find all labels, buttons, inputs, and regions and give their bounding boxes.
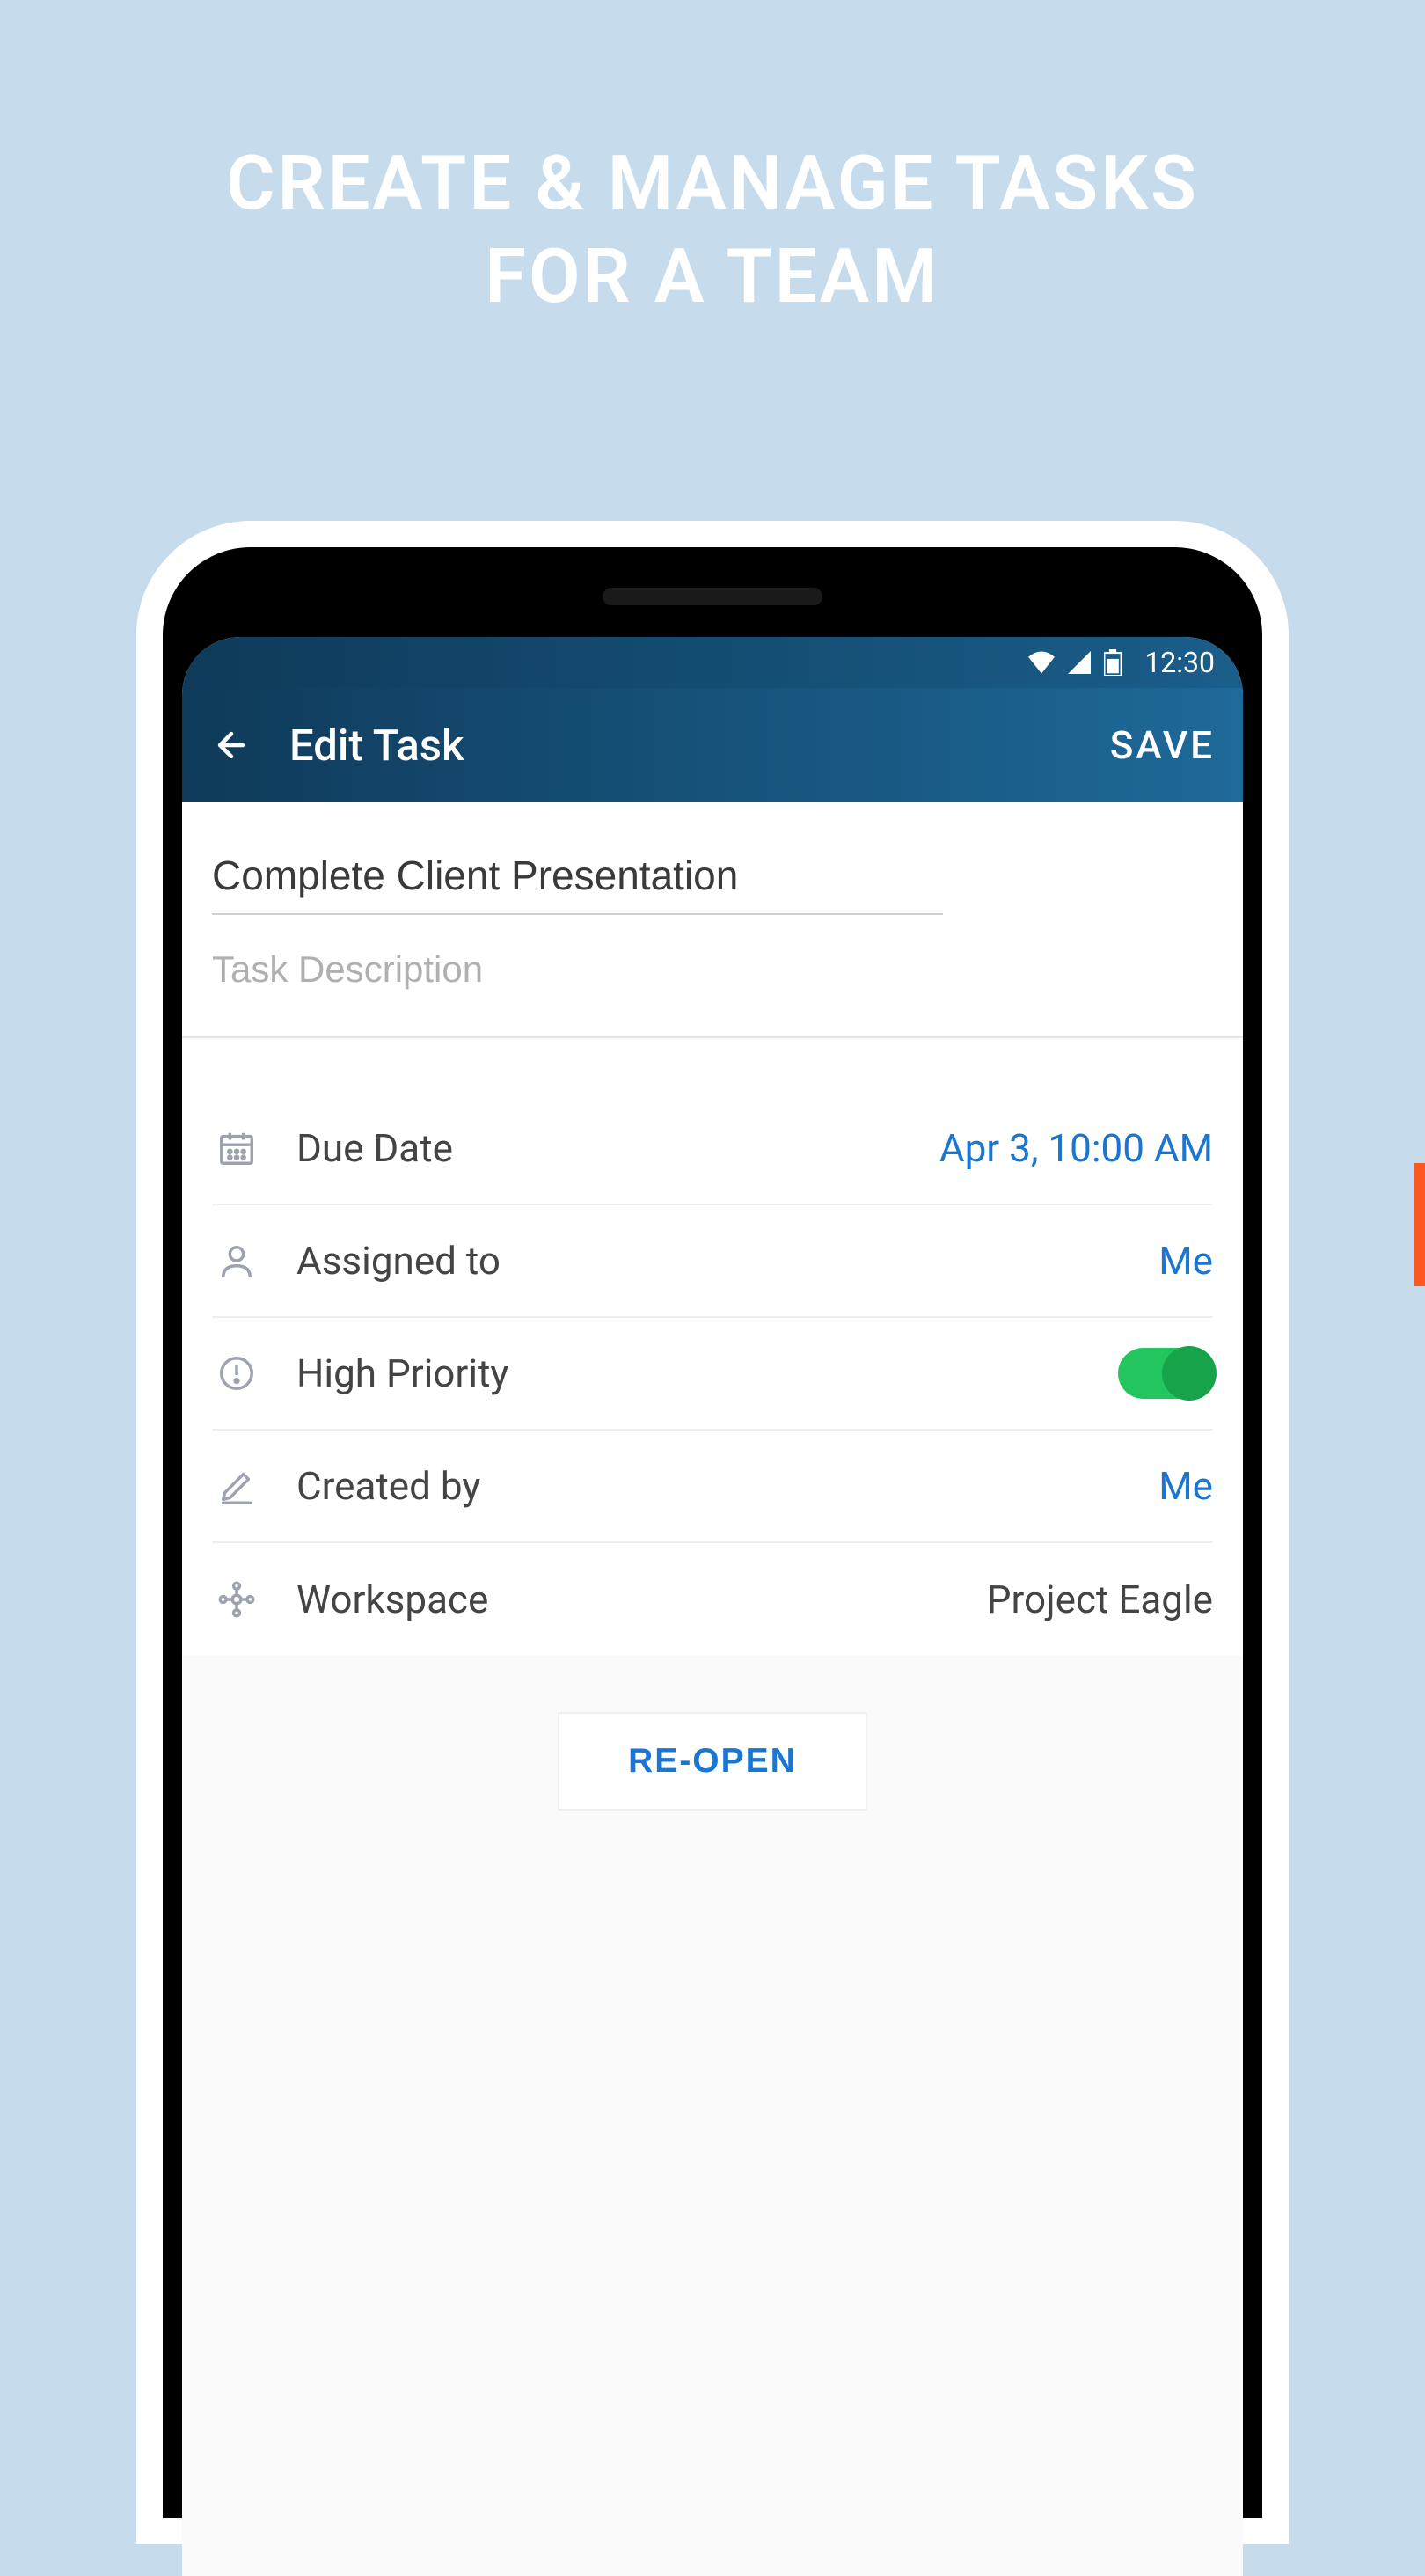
pencil-icon: [212, 1461, 261, 1511]
hero-line2: FOR A TEAM: [0, 230, 1425, 323]
app-bar-title: Edit Task: [289, 721, 1110, 771]
save-button[interactable]: SAVE: [1110, 722, 1215, 768]
phone-inner: 12:30 Edit Task SAVE: [163, 547, 1262, 2518]
side-marker: [1414, 1163, 1425, 1286]
cellular-icon: [1067, 651, 1092, 674]
workspace-label: Workspace: [296, 1577, 987, 1622]
workspace-row[interactable]: Workspace Project Eagle: [212, 1543, 1213, 1656]
back-button[interactable]: [210, 724, 252, 766]
high-priority-label: High Priority: [296, 1350, 1118, 1396]
created-by-row[interactable]: Created by Me: [212, 1431, 1213, 1543]
due-date-value: Apr 3, 10:00 AM: [939, 1125, 1213, 1171]
battery-icon: [1104, 649, 1122, 676]
title-section: [182, 802, 1243, 1038]
toggle-knob: [1162, 1346, 1217, 1401]
task-title-input[interactable]: [212, 852, 943, 915]
task-fields: Due Date Apr 3, 10:00 AM Assigned to Me: [182, 1040, 1243, 1656]
phone-earpiece: [603, 588, 822, 605]
wifi-icon: [1028, 651, 1055, 674]
phone-screen: 12:30 Edit Task SAVE: [182, 637, 1243, 2576]
due-date-row[interactable]: Due Date Apr 3, 10:00 AM: [212, 1093, 1213, 1205]
high-priority-toggle[interactable]: [1118, 1348, 1213, 1399]
status-bar: 12:30: [182, 637, 1243, 688]
assigned-to-row[interactable]: Assigned to Me: [212, 1205, 1213, 1318]
hero-title: CREATE & MANAGE TASKS FOR A TEAM: [0, 0, 1425, 324]
app-bar: Edit Task SAVE: [182, 688, 1243, 802]
assigned-to-value: Me: [1158, 1238, 1213, 1284]
status-time: 12:30: [1144, 646, 1215, 679]
assigned-to-label: Assigned to: [296, 1238, 1158, 1284]
due-date-label: Due Date: [296, 1125, 939, 1171]
created-by-value: Me: [1158, 1463, 1213, 1509]
priority-icon: [212, 1349, 261, 1398]
workspace-value: Project Eagle: [987, 1577, 1213, 1622]
hero-line1: CREATE & MANAGE TASKS: [0, 136, 1425, 230]
reopen-button[interactable]: RE-OPEN: [558, 1712, 867, 1811]
task-description-input[interactable]: [212, 948, 1213, 991]
person-icon: [212, 1236, 261, 1285]
workspace-icon: [212, 1575, 261, 1624]
calendar-icon: [212, 1123, 261, 1173]
content: Due Date Apr 3, 10:00 AM Assigned to Me: [182, 802, 1243, 2576]
high-priority-row: High Priority: [212, 1318, 1213, 1431]
phone-frame: 12:30 Edit Task SAVE: [136, 521, 1289, 2544]
created-by-label: Created by: [296, 1463, 1158, 1509]
